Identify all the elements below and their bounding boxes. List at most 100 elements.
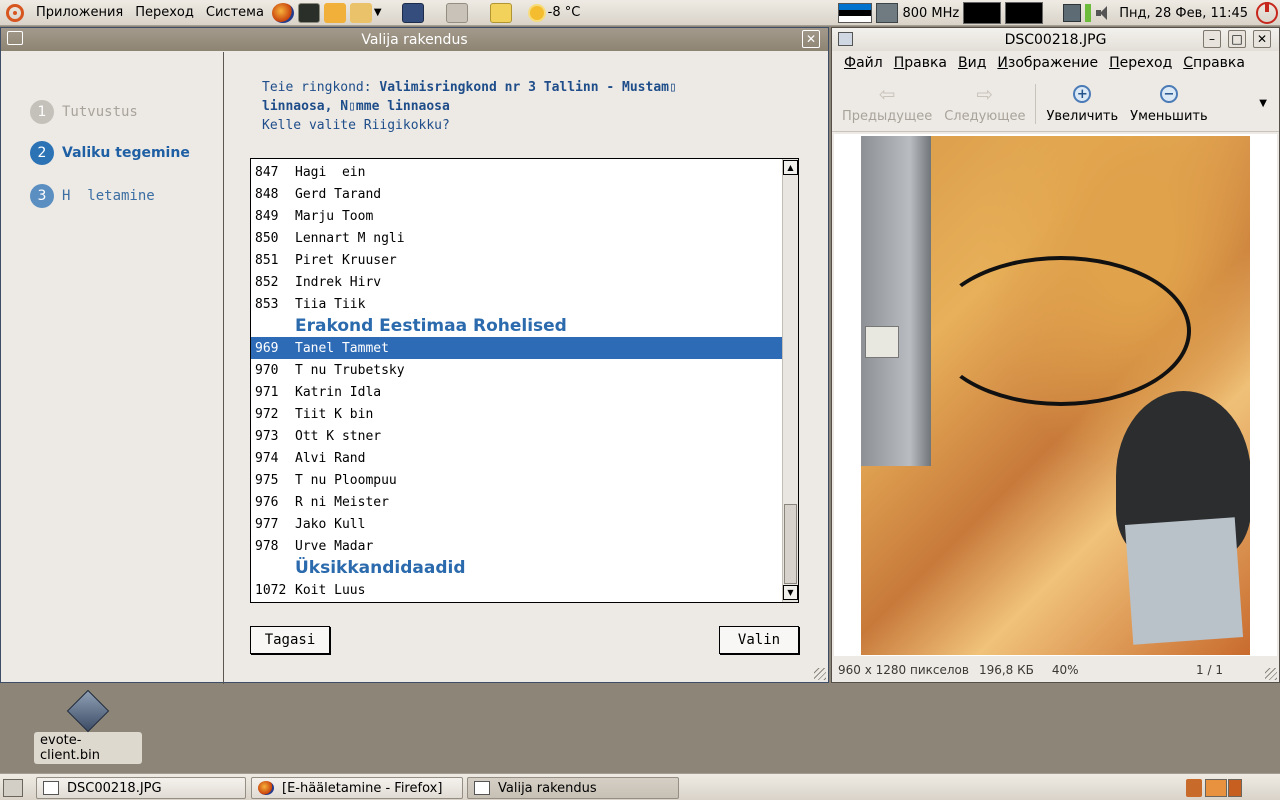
viewer-app-icon[interactable] [838, 32, 853, 46]
scrollbar-thumb[interactable] [784, 504, 797, 584]
toolbar-overflow-icon[interactable]: ▼ [1259, 98, 1267, 109]
candidate-name: Ott K stner [295, 428, 382, 444]
candidate-number: 972 [255, 406, 279, 422]
keyboard-layout-flag-icon[interactable] [838, 3, 873, 23]
valija-titlebar[interactable]: Valija rakendus ✕ [1, 28, 828, 51]
menu-applications[interactable]: Приложения [30, 0, 129, 26]
menu-edit[interactable]: Правка [888, 55, 952, 71]
candidate-row[interactable]: 851 Piret Kruuser [251, 249, 783, 271]
viewer-statusbar: 960 x 1280 пикселов 196,8 КБ 40% 1 / 1 [832, 658, 1279, 682]
firefox-launcher-icon[interactable] [271, 2, 294, 23]
ubuntu-logo-icon[interactable] [6, 3, 24, 22]
show-desktop-icon[interactable] [3, 779, 23, 797]
terminal-launcher-icon[interactable] [297, 2, 320, 23]
candidate-number: 847 [255, 164, 279, 180]
previous-button[interactable]: ⇦ Предыдущее [836, 82, 938, 124]
weather-indicator[interactable]: -8 °C [529, 5, 580, 20]
step-making-choice: 2 Valiku tegemine [30, 141, 190, 165]
resize-grip-icon[interactable] [1265, 668, 1277, 680]
cpu-frequency[interactable]: 800 MHz [902, 6, 959, 21]
desktop-icon-evote[interactable]: evote-client.bin [34, 689, 142, 764]
party-heading: Üksikkandidaadid [295, 558, 466, 578]
candidate-row[interactable]: 847 Hagi ein [251, 161, 783, 183]
status-zoom: 40% [1051, 663, 1079, 677]
minimize-icon[interactable]: – [1203, 30, 1221, 48]
candidate-list[interactable]: 847 Hagi ein 848 Gerd Tarand 849 Marju Toom… [250, 158, 799, 603]
close-icon[interactable]: ✕ [802, 30, 820, 48]
candidate-row[interactable]: 970 T nu Trubetsky [251, 359, 783, 381]
maximize-icon[interactable]: □ [1228, 30, 1246, 48]
menu-system[interactable]: Система [200, 0, 270, 26]
choose-button[interactable]: Valin [719, 626, 799, 654]
window-icon [474, 781, 490, 795]
candidate-row[interactable]: 974 Alvi Rand [251, 447, 783, 469]
next-label: Следующее [944, 109, 1026, 124]
list-scrollbar[interactable]: ▲ ▼ [782, 159, 798, 602]
task-valija[interactable]: Valija rakendus [467, 777, 679, 799]
toolbar-separator [1035, 83, 1037, 124]
candidate-row[interactable]: 975 T nu Ploompuu [251, 469, 783, 491]
menu-go[interactable]: Переход [1103, 55, 1177, 71]
candidate-row[interactable]: 977 Jako Kull [251, 513, 783, 535]
candidate-row[interactable]: 1072 Koit Luus [251, 579, 783, 601]
menu-file[interactable]: Файл [838, 55, 888, 71]
zoom-out-button[interactable]: − Уменьшить [1124, 83, 1213, 124]
next-button[interactable]: ⇨ Следующее [938, 82, 1031, 124]
menu-places[interactable]: Переход [129, 0, 200, 26]
trash-icon[interactable] [1186, 779, 1202, 797]
task-image-viewer[interactable]: DSC00218.JPG [36, 777, 246, 799]
arrow-right-icon: ⇨ [976, 82, 994, 106]
wizard-steps: 1 Tutvustus 2 Valiku tegemine 3 H letami… [1, 52, 224, 684]
candidate-row[interactable]: 849 Marju Toom [251, 205, 783, 227]
candidate-row[interactable]: 976 R ni Meister [251, 491, 783, 513]
launcher-dropdown-icon[interactable]: ▼ [374, 7, 382, 18]
workspace-1[interactable] [1205, 779, 1227, 797]
candidate-row-selected[interactable]: 969 Tanel Tammet [251, 337, 783, 359]
candidate-row[interactable]: 852 Indrek Hirv [251, 271, 783, 293]
system-monitor-graph[interactable] [963, 2, 1002, 24]
prompt-prefix: Teie ringkond: [262, 80, 380, 95]
scroll-down-arrow-icon[interactable]: ▼ [783, 585, 798, 600]
candidate-row[interactable]: 972 Tiit K bin [251, 403, 783, 425]
battery-icon[interactable] [1085, 4, 1092, 22]
candidate-row[interactable]: 848 Gerd Tarand [251, 183, 783, 205]
scroll-up-arrow-icon[interactable]: ▲ [783, 160, 798, 175]
window-tool-launcher-icon[interactable] [445, 2, 468, 23]
keys-launcher-icon[interactable] [349, 2, 372, 23]
network-monitor-graph[interactable] [1005, 2, 1044, 24]
candidate-row[interactable]: 853 Tiia Tiik [251, 293, 783, 315]
candidate-row[interactable]: 971 Katrin Idla [251, 381, 783, 403]
workspace-2[interactable] [1228, 779, 1242, 797]
candidate-number: 853 [255, 296, 279, 312]
candidate-name: T nu Ploompuu [295, 472, 397, 488]
close-icon[interactable]: ✕ [1253, 30, 1271, 48]
image-canvas[interactable] [834, 134, 1277, 656]
mail-launcher-icon[interactable] [489, 2, 512, 23]
menu-image[interactable]: Изображение [991, 55, 1103, 71]
menu-view[interactable]: Вид [952, 55, 991, 71]
window-menu-icon[interactable] [7, 31, 23, 45]
package-launcher-icon[interactable] [323, 2, 346, 23]
cpu-frequency-icon [876, 3, 899, 23]
task-firefox[interactable]: [E-hääletamine - Firefox] [251, 777, 463, 799]
candidate-number: 975 [255, 472, 279, 488]
task-label: Valija rakendus [498, 780, 597, 796]
viewer-titlebar[interactable]: DSC00218.JPG – □ ✕ [832, 28, 1279, 51]
window-title: Valija rakendus [361, 31, 468, 48]
network-icon[interactable] [1063, 4, 1082, 22]
volume-icon[interactable] [1095, 5, 1111, 21]
candidate-row[interactable]: 850 Lennart M ngli [251, 227, 783, 249]
back-button[interactable]: Tagasi [250, 626, 330, 654]
status-dimensions: 960 x 1280 пикселов [838, 663, 969, 677]
zoom-in-button[interactable]: + Увеличить [1040, 83, 1124, 124]
step-number: 3 [30, 184, 54, 208]
candidate-row[interactable]: 973 Ott K stner [251, 425, 783, 447]
top-panel: Приложения Переход Система ▼ -8 °C 800 M… [0, 0, 1280, 26]
zoom-out-wrapper: − [1158, 83, 1180, 105]
menu-help[interactable]: Справка [1177, 55, 1250, 71]
candidate-row[interactable]: 978 Urve Madar [251, 535, 783, 557]
resize-grip-icon[interactable] [814, 668, 826, 680]
clock[interactable]: Пнд, 28 Фев, 11:45 [1119, 6, 1248, 21]
moon-launcher-icon[interactable] [401, 2, 424, 23]
power-icon[interactable] [1256, 2, 1278, 24]
